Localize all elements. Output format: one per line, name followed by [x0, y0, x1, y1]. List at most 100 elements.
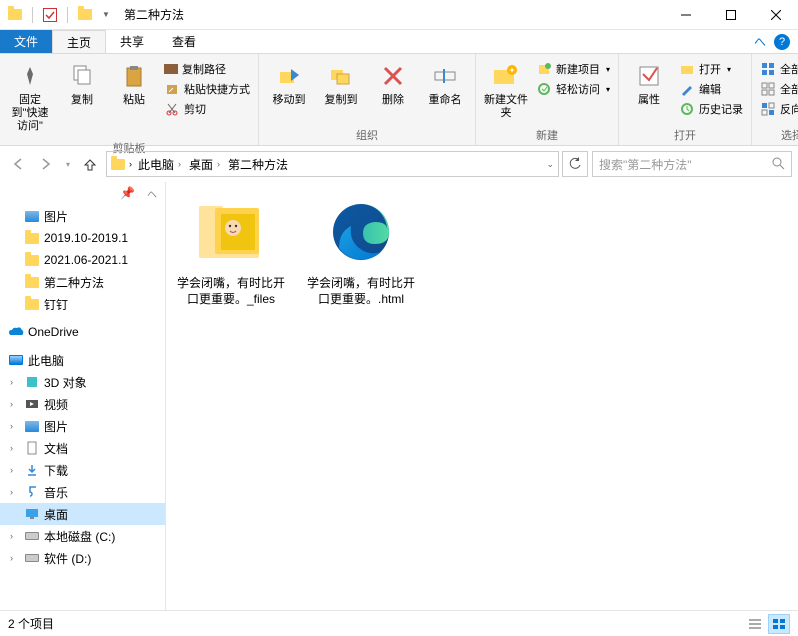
address-bar[interactable]: › 此电脑› 桌面› 第二种方法 ⌄ [106, 151, 559, 177]
group-select-label: 选择 [758, 125, 798, 145]
copy-to-button[interactable]: 复制到 [317, 56, 365, 111]
rename-icon [429, 60, 461, 92]
pc-icon [8, 352, 24, 368]
sidebar-disk-d[interactable]: ›软件 (D:) [0, 547, 165, 569]
sidebar-video[interactable]: ›视频 [0, 393, 165, 415]
sidebar-pictures2[interactable]: ›图片 [0, 415, 165, 437]
sidebar-disk-c[interactable]: ›本地磁盘 (C:) [0, 525, 165, 547]
copy-path-button[interactable]: 复制路径 [162, 60, 252, 78]
edge-icon [321, 192, 401, 272]
edit-icon [679, 81, 695, 97]
nav-forward-button[interactable] [34, 152, 58, 176]
group-open-label: 打开 [625, 125, 745, 145]
folder-thumbnail-icon [191, 192, 271, 272]
sidebar-documents[interactable]: ›文档 [0, 437, 165, 459]
copy-icon [66, 60, 98, 92]
view-icons-button[interactable] [768, 614, 790, 634]
sidebar-desktop[interactable]: 桌面 [0, 503, 165, 525]
tab-view[interactable]: 查看 [158, 30, 210, 53]
new-item-button[interactable]: 新建项目▾ [534, 60, 612, 78]
history-icon [679, 101, 695, 117]
refresh-button[interactable] [562, 151, 588, 177]
file-list[interactable]: 学会闭嘴，有时比开口更重要。_files 学会闭嘴，有时比开口更重要。.html [166, 182, 798, 610]
newfolder-icon: ✦ [490, 60, 522, 92]
properties-button[interactable]: 属性 [625, 56, 673, 111]
paste-icon [118, 60, 150, 92]
invert-selection-button[interactable]: 反向选择 [758, 100, 798, 118]
minimize-button[interactable] [663, 0, 708, 30]
move-icon [273, 60, 305, 92]
expand-icon[interactable]: ヘ [147, 186, 157, 201]
qat-checkbox-icon[interactable] [39, 4, 61, 26]
sidebar-folder-4[interactable]: 钉钉 [0, 293, 165, 315]
sidebar-folder-1[interactable]: 2019.10-2019.1 [0, 227, 165, 249]
path-icon [164, 64, 178, 74]
breadcrumb-this-pc[interactable]: 此电脑› [136, 156, 183, 173]
delete-button[interactable]: 删除 [369, 56, 417, 111]
view-details-button[interactable] [744, 614, 766, 634]
delete-icon [377, 60, 409, 92]
window-title: 第二种方法 [124, 6, 184, 23]
easy-access-button[interactable]: 轻松访问▾ [534, 80, 612, 98]
properties-icon [633, 60, 665, 92]
sidebar-pictures[interactable]: 图片 [0, 205, 165, 227]
move-to-button[interactable]: 移动到 [265, 56, 313, 111]
maximize-button[interactable] [708, 0, 753, 30]
pin-icon[interactable]: 📌 [120, 186, 135, 201]
copy-button[interactable]: 复制 [58, 56, 106, 111]
tab-share[interactable]: 共享 [106, 30, 158, 53]
nav-up-button[interactable] [78, 152, 102, 176]
search-icon [771, 156, 785, 173]
onedrive-icon [8, 324, 24, 340]
tab-home[interactable]: 主页 [52, 30, 106, 53]
navigation-pane[interactable]: 📌 ヘ 图片 2019.10-2019.1 2021.06-2021.1 第二种… [0, 182, 166, 610]
close-button[interactable] [753, 0, 798, 30]
new-folder-button[interactable]: ✦ 新建文件夹 [482, 56, 530, 124]
sidebar-folder-3[interactable]: 第二种方法 [0, 271, 165, 293]
file-item-folder[interactable]: 学会闭嘴，有时比开口更重要。_files [176, 192, 286, 307]
folder-icon [111, 159, 125, 170]
status-item-count: 2 个项目 [8, 615, 54, 632]
sidebar-downloads[interactable]: ›下载 [0, 459, 165, 481]
sidebar-music[interactable]: ›音乐 [0, 481, 165, 503]
nav-back-button[interactable] [6, 152, 30, 176]
easyaccess-icon [536, 81, 552, 97]
file-item-html[interactable]: 学会闭嘴，有时比开口更重要。.html [306, 192, 416, 307]
breadcrumb-desktop[interactable]: 桌面› [187, 156, 222, 173]
pin-quickaccess-button[interactable]: 固定到"快速访问" [6, 56, 54, 138]
invert-icon [760, 101, 776, 117]
shortcut-icon [164, 81, 180, 97]
copyto-icon [325, 60, 357, 92]
cut-button[interactable]: 剪切 [162, 100, 252, 118]
nav-recent-dropdown[interactable]: ▾ [62, 152, 74, 176]
sidebar-onedrive[interactable]: ›OneDrive [0, 321, 165, 343]
breadcrumb-current[interactable]: 第二种方法 [226, 156, 290, 173]
newitem-icon [536, 61, 552, 77]
cut-icon [164, 101, 180, 117]
collapse-ribbon-icon[interactable]: へ [754, 33, 766, 50]
sidebar-folder-2[interactable]: 2021.06-2021.1 [0, 249, 165, 271]
address-dropdown-icon[interactable]: ⌄ [546, 159, 554, 170]
pin-icon [14, 60, 46, 92]
sidebar-3d[interactable]: ›3D 对象 [0, 371, 165, 393]
select-none-button[interactable]: 全部取消 [758, 80, 798, 98]
group-organize-label: 组织 [265, 125, 469, 145]
select-all-button[interactable]: 全部选择 [758, 60, 798, 78]
svg-text:✦: ✦ [509, 66, 516, 75]
history-button[interactable]: 历史记录 [677, 100, 745, 118]
group-new-label: 新建 [482, 125, 612, 145]
selectnone-icon [760, 81, 776, 97]
sidebar-this-pc[interactable]: ⌄此电脑 [0, 349, 165, 371]
folder-icon [74, 4, 96, 26]
open-button[interactable]: 打开▾ [677, 60, 745, 78]
search-input[interactable]: 搜索"第二种方法" [592, 151, 792, 177]
help-icon[interactable]: ? [774, 34, 790, 50]
paste-shortcut-button[interactable]: 粘贴快捷方式 [162, 80, 252, 98]
edit-button[interactable]: 编辑 [677, 80, 745, 98]
qat-dropdown-icon[interactable]: ▼ [100, 4, 112, 26]
rename-button[interactable]: 重命名 [421, 56, 469, 111]
selectall-icon [760, 61, 776, 77]
paste-button[interactable]: 粘贴 [110, 56, 158, 111]
open-icon [679, 61, 695, 77]
tab-file[interactable]: 文件 [0, 30, 52, 53]
